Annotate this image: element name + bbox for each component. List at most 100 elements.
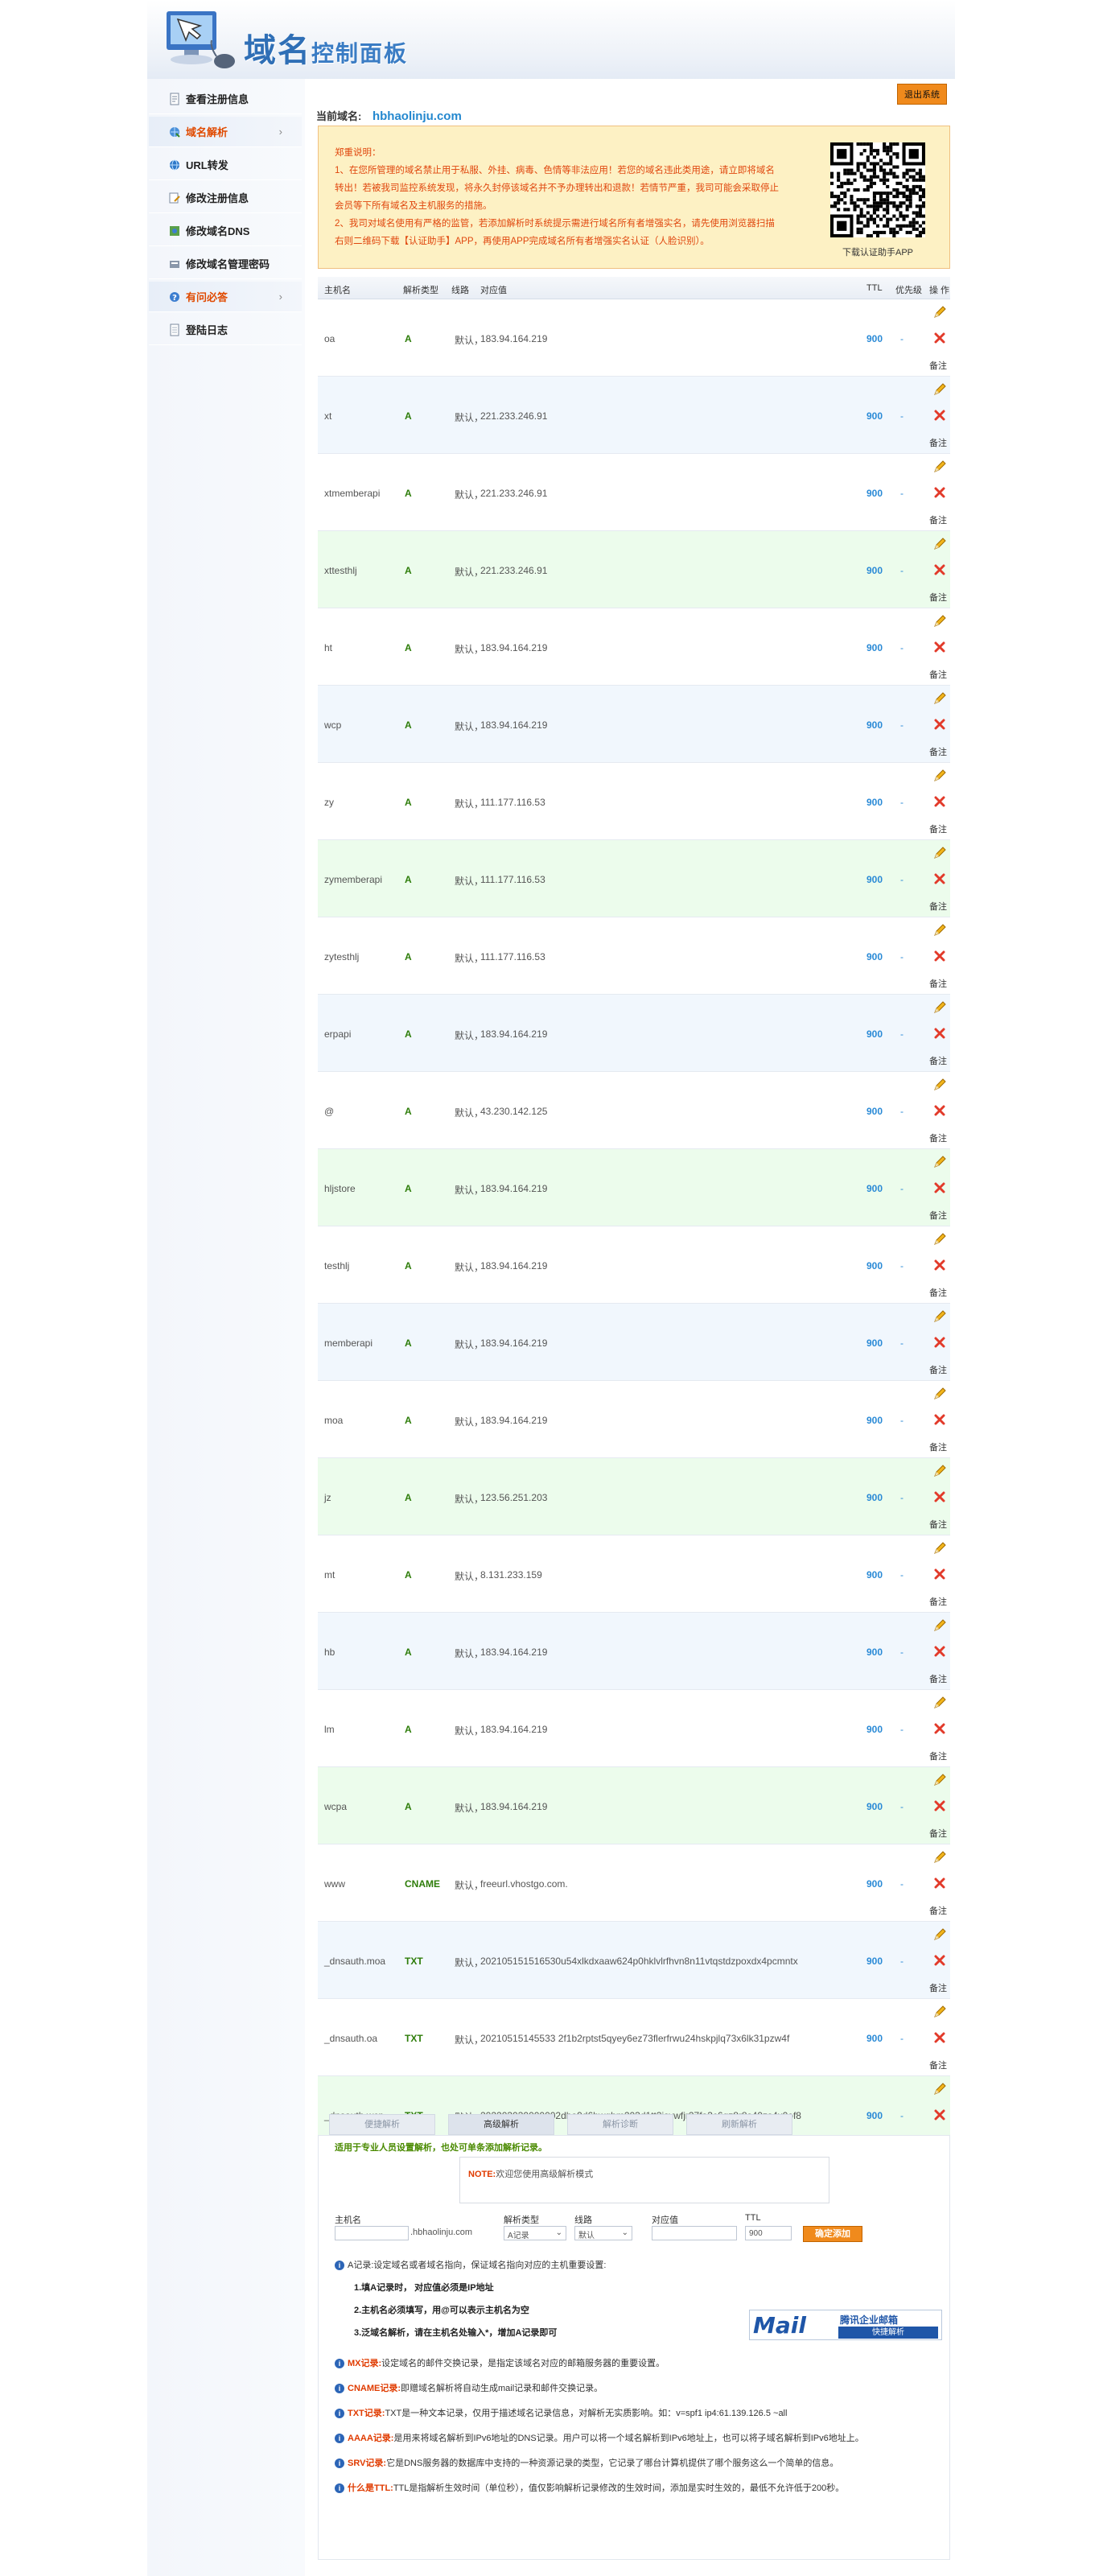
note-link[interactable]: 备注 [929,745,947,758]
note-link[interactable]: 备注 [929,822,947,835]
red-x-icon[interactable] [933,1104,946,1117]
pencil-icon[interactable] [933,1156,946,1168]
pencil-icon[interactable] [933,1310,946,1323]
red-x-icon[interactable] [933,950,946,962]
red-x-icon[interactable] [933,1336,946,1349]
type-select[interactable]: A记录 ⌄ [504,2226,566,2240]
note-link[interactable]: 备注 [929,2059,947,2071]
note-link[interactable]: 备注 [929,1672,947,1685]
red-x-icon[interactable] [933,2108,946,2121]
tab-2[interactable]: 解析诊断 [567,2114,673,2135]
notice-box: 郑重说明： 1、在您所管理的域名禁止用于私服、外挂、病毒、色情等非法应用！若您的… [318,126,950,269]
note-link[interactable]: 备注 [929,668,947,681]
note-link[interactable]: 备注 [929,359,947,372]
sidebar-item-3[interactable]: 修改注册信息 [149,183,302,213]
red-x-icon[interactable] [933,409,946,422]
pencil-icon[interactable] [933,460,946,473]
note-link[interactable]: 备注 [929,1750,947,1762]
red-x-icon[interactable] [933,1877,946,1890]
red-x-icon[interactable] [933,332,946,344]
note-link[interactable]: 备注 [929,977,947,990]
note-link[interactable]: 备注 [929,513,947,526]
pencil-icon[interactable] [933,383,946,396]
red-x-icon[interactable] [933,1181,946,1194]
pencil-icon[interactable] [933,615,946,628]
red-x-icon[interactable] [933,718,946,731]
logout-button[interactable]: 退出系统 [897,84,947,105]
pencil-icon[interactable] [933,692,946,705]
pencil-icon[interactable] [933,306,946,319]
note-link[interactable]: 备注 [929,1518,947,1531]
pencil-icon[interactable] [933,1233,946,1246]
pencil-icon[interactable] [933,1774,946,1787]
red-x-icon[interactable] [933,1413,946,1426]
pencil-icon[interactable] [933,847,946,859]
pencil-icon[interactable] [933,1387,946,1400]
red-x-icon[interactable] [933,1954,946,1967]
tab-1[interactable]: 高级解析 [448,2114,554,2135]
red-x-icon[interactable] [933,641,946,653]
red-x-icon[interactable] [933,2031,946,2044]
pencil-icon[interactable] [933,1696,946,1709]
pencil-icon[interactable] [933,1542,946,1555]
tab-0[interactable]: 便捷解析 [329,2114,435,2135]
red-x-icon[interactable] [933,872,946,885]
note-link[interactable]: 备注 [929,1363,947,1376]
pencil-icon[interactable] [933,1001,946,1014]
type-cell: A [405,1647,412,1658]
pencil-icon[interactable] [933,2005,946,2018]
note-link[interactable]: 备注 [929,591,947,604]
pencil-icon[interactable] [933,1465,946,1478]
pencil-icon[interactable] [933,538,946,550]
pencil-icon[interactable] [933,1619,946,1632]
host-cell: moa [324,1415,344,1426]
tab-3[interactable]: 刷新解析 [686,2114,792,2135]
info-icon: i [335,2409,344,2418]
note-link[interactable]: 备注 [929,1827,947,1840]
sidebar-item-0[interactable]: 查看注册信息 [149,84,302,114]
value-cell: 20210515145533 2f1b2rptst5qyey6ez73flerf… [480,2033,790,2044]
pencil-icon[interactable] [933,769,946,782]
type-cell: A [405,1415,412,1426]
red-x-icon[interactable] [933,795,946,808]
note-link[interactable]: 备注 [929,1209,947,1222]
red-x-icon[interactable] [933,1645,946,1658]
sidebar-item-2[interactable]: URL转发 [149,150,302,180]
red-x-icon[interactable] [933,1259,946,1272]
note-link[interactable]: 备注 [929,1595,947,1608]
pencil-icon[interactable] [933,1928,946,1941]
red-x-icon[interactable] [933,1490,946,1503]
pencil-icon[interactable] [933,1078,946,1091]
red-x-icon[interactable] [933,563,946,576]
sidebar-item-1[interactable]: 域名解析 › [149,117,302,147]
note-link[interactable]: 备注 [929,1054,947,1067]
pencil-icon[interactable] [933,924,946,937]
red-x-icon[interactable] [933,1027,946,1040]
red-x-icon[interactable] [933,1722,946,1735]
value-input[interactable] [652,2226,737,2240]
info-line: i CNAME记录:即赠域名解析将自动生成mail记录和邮件交换记录。 [335,2381,946,2394]
note-link[interactable]: 备注 [929,436,947,449]
host-input[interactable] [335,2226,409,2240]
pencil-icon[interactable] [933,1851,946,1864]
ttl-input[interactable] [745,2226,792,2240]
type-cell: A [405,642,412,653]
red-x-icon[interactable] [933,1568,946,1581]
line-select[interactable]: 默认 ⌄ [574,2226,632,2240]
tencent-mail-banner[interactable]: Mail 腾讯企业邮箱 快捷解析 [749,2310,942,2340]
note-link[interactable]: 备注 [929,1286,947,1299]
sidebar-item-7[interactable]: 登陆日志 [149,315,302,345]
note-box: NOTE:欢迎您使用高级解析模式 [459,2157,829,2203]
pencil-icon[interactable] [933,2083,946,2096]
red-x-icon[interactable] [933,1799,946,1812]
red-x-icon[interactable] [933,486,946,499]
sidebar-item-4[interactable]: 修改域名DNS [149,216,302,246]
note-link[interactable]: 备注 [929,1904,947,1917]
note-link[interactable]: 备注 [929,1440,947,1453]
note-link[interactable]: 备注 [929,1131,947,1144]
sidebar-item-5[interactable]: 修改域名管理密码 [149,249,302,279]
sidebar-item-6[interactable]: ? 有问必答 › [149,282,302,312]
add-record-button[interactable]: 确定添加 [803,2226,862,2242]
note-link[interactable]: 备注 [929,1981,947,1994]
note-link[interactable]: 备注 [929,900,947,913]
